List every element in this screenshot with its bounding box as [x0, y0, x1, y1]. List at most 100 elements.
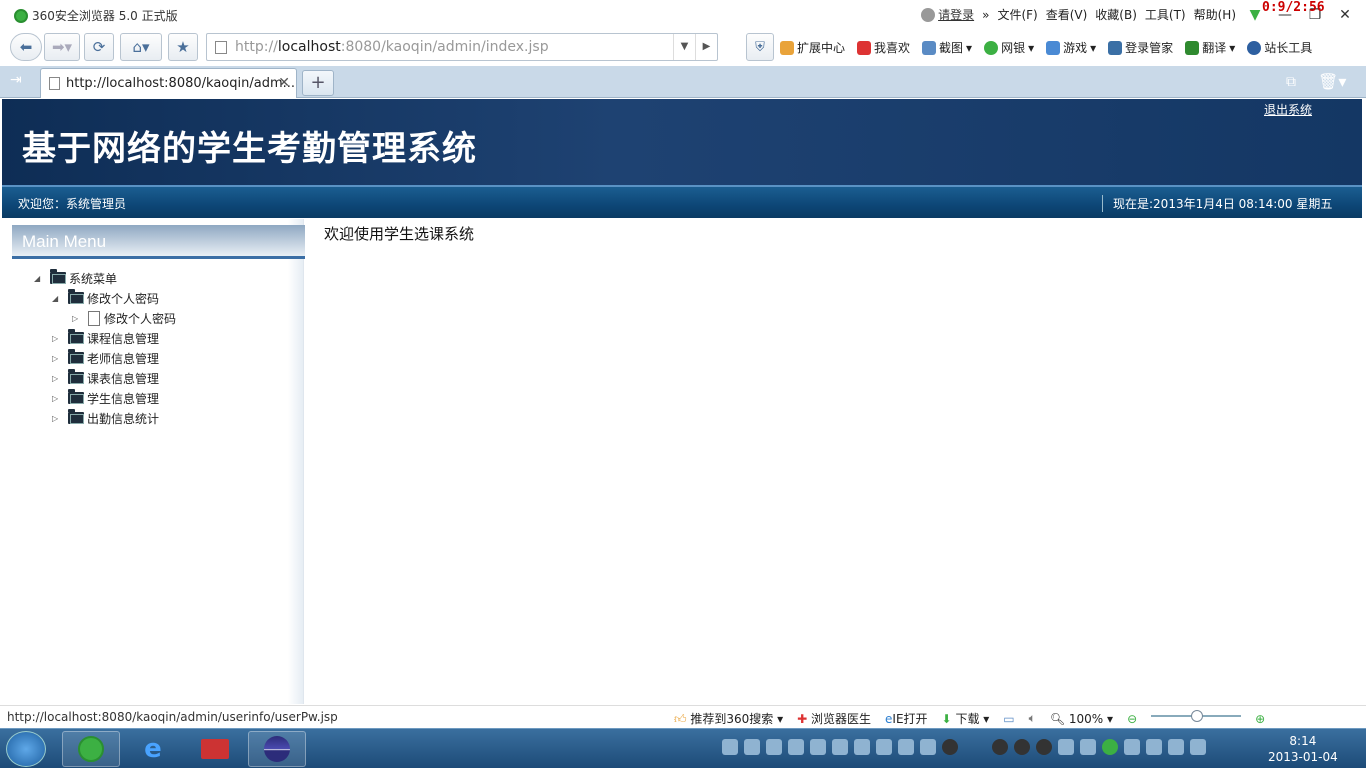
home-button[interactable]: ⌂▾ — [120, 33, 162, 61]
toolbox-icon — [201, 739, 229, 759]
sidebar-toggle-icon[interactable]: ⇥ — [10, 72, 22, 88]
tray-360-icon[interactable] — [1102, 739, 1118, 755]
collapsed-arrow-icon: ▷ — [52, 373, 59, 383]
windows-taskbar: e 8:14 2013-01-04 — [0, 728, 1366, 768]
window-icon[interactable]: ▭ — [1003, 712, 1014, 726]
menu-tools[interactable]: 工具(T) — [1145, 6, 1186, 23]
browser-titlebar: 360安全浏览器 5.0 正式版 请登录 » 文件(F) 查看(V) 收藏(B)… — [0, 0, 1366, 30]
tray-app-icon[interactable] — [876, 739, 892, 755]
tray-qq-icon[interactable] — [942, 739, 958, 755]
taskbar-ie[interactable]: e — [124, 731, 182, 767]
zoom-out-icon[interactable]: ⊖ — [1127, 712, 1137, 726]
toolbar-translate[interactable]: 翻译 ▾ — [1185, 39, 1235, 56]
volume-icon[interactable]: 🔈︎ — [1029, 711, 1036, 726]
toolbar-login-manager[interactable]: 登录管家 — [1108, 39, 1173, 56]
browser-doctor[interactable]: ✚ 浏览器医生 — [797, 710, 871, 727]
tree-item-change-password-group[interactable]: ◢ 修改个人密码 — [52, 289, 159, 307]
toolbar-games[interactable]: 游戏 ▾ — [1046, 39, 1096, 56]
menu-file[interactable]: 文件(F) — [997, 6, 1037, 23]
toolbar-screenshot[interactable]: 截图 ▾ — [922, 39, 972, 56]
tray-shield-icon[interactable] — [1080, 739, 1096, 755]
login-link[interactable]: 请登录 — [921, 6, 974, 23]
favorite-star-button[interactable]: ★ — [168, 33, 198, 61]
tray-qq-icon[interactable] — [1036, 739, 1052, 755]
expanded-arrow-icon: ◢ — [52, 293, 59, 303]
toolbar-like[interactable]: 我喜欢 — [857, 39, 910, 56]
go-arrow-icon[interactable]: ▶ — [695, 34, 717, 60]
trash-icon[interactable]: 🗑︎▾ — [1318, 72, 1346, 91]
security-shield-button[interactable]: ⛨ — [746, 33, 774, 61]
tree-root[interactable]: ◢ 系统菜单 — [34, 269, 117, 287]
taskbar-toolbox[interactable] — [186, 731, 244, 767]
tab-current[interactable]: http://localhost:8080/kaoqin/adm... ✕ — [40, 68, 297, 98]
window-copy-icon[interactable]: ⧉ — [1286, 74, 1296, 90]
tray-network-icon[interactable] — [744, 739, 760, 755]
browser-logo-icon — [14, 8, 28, 23]
menu-help[interactable]: 帮助(H) — [1194, 6, 1236, 23]
tray-app-icon[interactable] — [766, 739, 782, 755]
tray-app-icon[interactable] — [810, 739, 826, 755]
tray-app-icon[interactable] — [854, 739, 870, 755]
tray-app-icon[interactable] — [832, 739, 848, 755]
menu-favorites[interactable]: 收藏(B) — [1095, 6, 1137, 23]
tray-network-status-icon[interactable] — [1190, 739, 1206, 755]
toolbar-webmaster[interactable]: 站长工具 — [1247, 39, 1312, 56]
tree-item-course[interactable]: ▷ 课程信息管理 — [52, 329, 159, 347]
toolbar-ebank[interactable]: 网银 ▾ — [984, 39, 1034, 56]
close-button[interactable]: ✕ — [1334, 7, 1356, 23]
back-button[interactable]: ⬅ — [10, 33, 42, 61]
zoom-slider-handle[interactable] — [1191, 709, 1204, 722]
tab-favicon-icon — [49, 77, 60, 90]
address-bar[interactable]: http://localhost:8080/kaoqin/admin/index… — [206, 33, 718, 61]
menu-header: Main Menu — [12, 225, 305, 259]
tray-shield-icon[interactable] — [1058, 739, 1074, 755]
tree-item-teacher[interactable]: ▷ 老师信息管理 — [52, 349, 159, 367]
tray-qq-icon[interactable] — [992, 739, 1008, 755]
tray-app-icon[interactable] — [898, 739, 914, 755]
folder-icon — [68, 349, 84, 364]
address-dropdown-icon[interactable]: ▼ — [673, 34, 695, 60]
forward-button[interactable]: ➡▾ — [44, 33, 80, 61]
zoom-control[interactable]: 🔍︎ 100% ▾ — [1050, 712, 1113, 726]
bank-icon — [984, 40, 999, 55]
tab-close-icon[interactable]: ✕ — [278, 75, 290, 91]
tray-flag-icon[interactable] — [1124, 739, 1140, 755]
taskbar-360-browser[interactable] — [62, 731, 120, 767]
folder-icon — [68, 369, 84, 384]
tab-bar: ⇥ http://localhost:8080/kaoqin/adm... ✕ … — [0, 66, 1366, 98]
clock-date: 2013-01-04 — [1268, 750, 1338, 764]
new-tab-button[interactable]: + — [302, 70, 334, 96]
logout-link[interactable]: 退出系统 — [1264, 101, 1312, 118]
tree-item-schedule[interactable]: ▷ 课表信息管理 — [52, 369, 159, 387]
status-tools: 👍︎ 推荐到360搜索 ▾ ✚ 浏览器医生 eIE打开 ⬇ 下载 ▾ ▭ 🔈︎ … — [674, 709, 1265, 727]
tray-app-icon[interactable] — [920, 739, 936, 755]
tray-app-icon[interactable] — [788, 739, 804, 755]
downloads[interactable]: ⬇ 下载 ▾ — [942, 710, 990, 727]
collapsed-arrow-icon: ▷ — [52, 353, 59, 363]
refresh-button[interactable]: ⟳ — [84, 33, 114, 61]
ie-icon: e — [144, 734, 162, 764]
tray-volume-icon[interactable] — [1168, 739, 1184, 755]
tray-keyboard-icon[interactable] — [722, 739, 738, 755]
tray-device-icon[interactable] — [1146, 739, 1162, 755]
folder-icon — [68, 389, 84, 404]
user-icon — [921, 7, 936, 22]
toolbar-extensions[interactable]: 扩展中心 — [780, 39, 845, 56]
start-button[interactable] — [6, 731, 46, 767]
tray-qq-icon[interactable] — [1014, 739, 1030, 755]
browser-statusbar: http://localhost:8080/kaoqin/admin/useri… — [0, 705, 1366, 728]
zoom-slider[interactable] — [1151, 709, 1242, 722]
tree-item-change-password[interactable]: ▷ 修改个人密码 — [72, 309, 176, 327]
screenshot-icon — [922, 40, 937, 55]
zoom-in-icon[interactable]: ⊕ — [1255, 712, 1265, 726]
menu-view[interactable]: 查看(V) — [1046, 6, 1088, 23]
browser-title: 360安全浏览器 5.0 正式版 — [14, 7, 178, 24]
recommend-360-search[interactable]: 👍︎ 推荐到360搜索 ▾ — [674, 710, 783, 727]
star-icon: ★ — [176, 38, 190, 56]
clock-time: 8:14 — [1289, 734, 1317, 748]
tree-item-student[interactable]: ▷ 学生信息管理 — [52, 389, 159, 407]
ie-open[interactable]: eIE打开 — [885, 710, 928, 727]
taskbar-eclipse[interactable] — [248, 731, 306, 767]
taskbar-clock[interactable]: 8:14 2013-01-04 — [1268, 733, 1338, 765]
tree-item-attendance[interactable]: ▷ 出勤信息统计 — [52, 409, 159, 427]
